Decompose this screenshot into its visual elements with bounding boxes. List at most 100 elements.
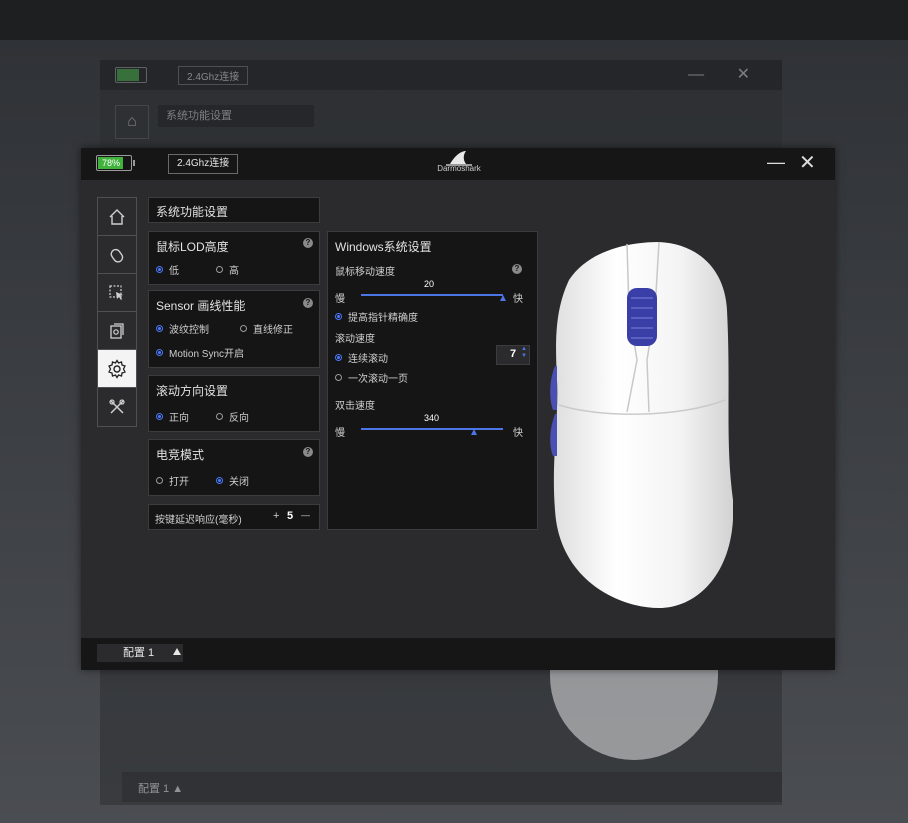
move-speed-slider-thumb[interactable] [500, 295, 506, 301]
windows-settings-title: Windows系统设置 [335, 240, 432, 254]
move-speed-value: 20 [424, 279, 435, 289]
scroll-direction-title: 滚动方向设置 [156, 384, 229, 398]
scroll-direction-reverse[interactable]: 反向 [216, 409, 249, 424]
esports-panel: 电竞模式 ? 打开 关闭 [148, 439, 320, 496]
scroll-continuous-label: 连续滚动 [348, 354, 388, 365]
ghost-window-controls: — ✕ [688, 66, 764, 83]
radio-icon [240, 325, 247, 332]
ghost-home-icon: ⌂ [115, 105, 149, 139]
titlebar: 78% 2.4Ghz连接 Darmoshark — ✕ [81, 148, 835, 180]
scroll-direction-forward[interactable]: 正向 [156, 409, 189, 424]
ghost-config: 配置 1 ▲ [138, 783, 184, 795]
radio-selected-icon [156, 413, 163, 420]
sensor-title: Sensor 画线性能 [156, 299, 246, 313]
esports-option-off-label: 关闭 [229, 477, 249, 488]
radio-icon [335, 374, 342, 381]
sensor-option-motion-sync[interactable]: Motion Sync开启 [156, 345, 244, 360]
sidebar-item-mouse[interactable] [98, 236, 136, 274]
lod-help-icon[interactable]: ? [303, 238, 313, 248]
scroll-speed-stepper[interactable]: 7 ▲ ▼ [496, 345, 530, 365]
precision-option-label: 提高指针精确度 [348, 313, 418, 324]
radio-icon [156, 477, 163, 484]
mouse-image [549, 240, 734, 610]
esports-help-icon[interactable]: ? [303, 447, 313, 457]
esports-option-on[interactable]: 打开 [156, 473, 189, 488]
scroll-continuous-option[interactable]: 连续滚动 [335, 350, 388, 365]
scroll-speed-value: 7 [510, 348, 517, 360]
macro-icon [110, 322, 124, 339]
radio-selected-icon [156, 266, 163, 273]
double-click-label: 双击速度 [335, 401, 375, 412]
radio-selected-icon [335, 354, 342, 361]
mouse-icon [110, 248, 124, 263]
gear-icon [108, 358, 126, 379]
scroll-direction-forward-label: 正向 [169, 413, 189, 424]
sidebar-item-macro[interactable] [98, 312, 136, 350]
lod-option-low-label: 低 [169, 266, 179, 277]
move-speed-help-icon[interactable]: ? [512, 264, 522, 274]
scroll-direction-reverse-label: 反向 [229, 413, 249, 424]
esports-title: 电竞模式 [156, 448, 205, 462]
esports-option-off[interactable]: 关闭 [216, 473, 249, 488]
move-speed-slow-label: 慢 [335, 294, 345, 305]
key-delay-plus-button[interactable]: + [273, 510, 279, 522]
sidebar-nav [97, 197, 137, 427]
lod-option-low[interactable]: 低 [156, 262, 179, 277]
double-click-slow-label: 慢 [335, 428, 345, 439]
double-click-slider-thumb[interactable] [471, 429, 477, 435]
lod-option-high[interactable]: 高 [216, 262, 239, 277]
connection-badge: 2.4Ghz连接 [168, 154, 239, 174]
move-speed-label: 鼠标移动速度 [335, 267, 395, 278]
double-click-fast-label: 快 [513, 428, 523, 439]
esports-option-on-label: 打开 [169, 477, 189, 488]
ghost-battery-icon [115, 67, 147, 83]
cursor-icon [109, 284, 123, 300]
brand-name: Darmoshark [437, 164, 481, 173]
ghost-bottombar [122, 772, 782, 802]
lod-option-high-label: 高 [229, 266, 239, 277]
sensor-panel: Sensor 画线性能 ? 波纹控制 直线修正 Motion Sync开启 [148, 290, 320, 368]
sensor-option-ripple[interactable]: 波纹控制 [156, 321, 209, 336]
sidebar-item-pointer[interactable] [98, 274, 136, 312]
sensor-option-angle-snap[interactable]: 直线修正 [240, 321, 293, 336]
sensor-help-icon[interactable]: ? [303, 298, 313, 308]
tools-icon [109, 399, 125, 414]
bottom-bar: 配置 1 [81, 638, 835, 670]
battery-nub [133, 160, 135, 166]
precision-option[interactable]: 提高指针精确度 [335, 309, 418, 324]
key-delay-value: 5 [287, 510, 294, 522]
ghost-config-label: 配置 1 [138, 783, 170, 795]
sidebar-item-home[interactable] [98, 198, 136, 236]
top-band [0, 0, 908, 40]
lod-panel: 鼠标LOD高度 ? 低 高 [148, 231, 320, 285]
sensor-option-ripple-label: 波纹控制 [169, 325, 209, 336]
windows-settings-panel: Windows系统设置 鼠标移动速度 ? 20 慢 快 提高指针精确度 滚动速度… [327, 231, 538, 530]
sensor-option-motion-sync-label: Motion Sync开启 [169, 349, 245, 360]
scroll-one-page-option[interactable]: 一次滚动一页 [335, 370, 408, 385]
radio-selected-icon [156, 349, 163, 356]
move-speed-fast-label: 快 [513, 294, 523, 305]
config-label: 配置 1 [123, 647, 155, 659]
radio-selected-icon [335, 313, 342, 320]
brand-logo: Darmoshark [431, 150, 487, 178]
stepper-arrows-icon[interactable]: ▲ ▼ [521, 346, 527, 360]
key-delay-label: 按键延迟响应(毫秒) [155, 515, 242, 526]
mouse-illustration [550, 241, 734, 608]
radio-icon [216, 413, 223, 420]
config-selector[interactable]: 配置 1 [97, 644, 183, 662]
close-button[interactable]: ✕ [799, 150, 816, 175]
move-speed-slider[interactable] [361, 294, 503, 296]
scroll-one-page-label: 一次滚动一页 [348, 374, 408, 385]
double-click-slider[interactable] [361, 428, 503, 430]
key-delay-minus-button[interactable]: — [301, 510, 310, 520]
scroll-speed-label: 滚动速度 [335, 334, 375, 345]
home-icon [109, 208, 125, 225]
minimize-button[interactable]: — [767, 152, 785, 173]
sidebar-item-tools[interactable] [98, 388, 136, 426]
radio-icon [216, 266, 223, 273]
sensor-option-angle-snap-label: 直线修正 [253, 325, 293, 336]
key-delay-panel: 按键延迟响应(毫秒) + 5 — [148, 504, 320, 530]
sidebar-item-settings[interactable] [98, 350, 136, 388]
lod-title: 鼠标LOD高度 [156, 240, 229, 254]
battery-indicator: 78% [96, 155, 135, 171]
